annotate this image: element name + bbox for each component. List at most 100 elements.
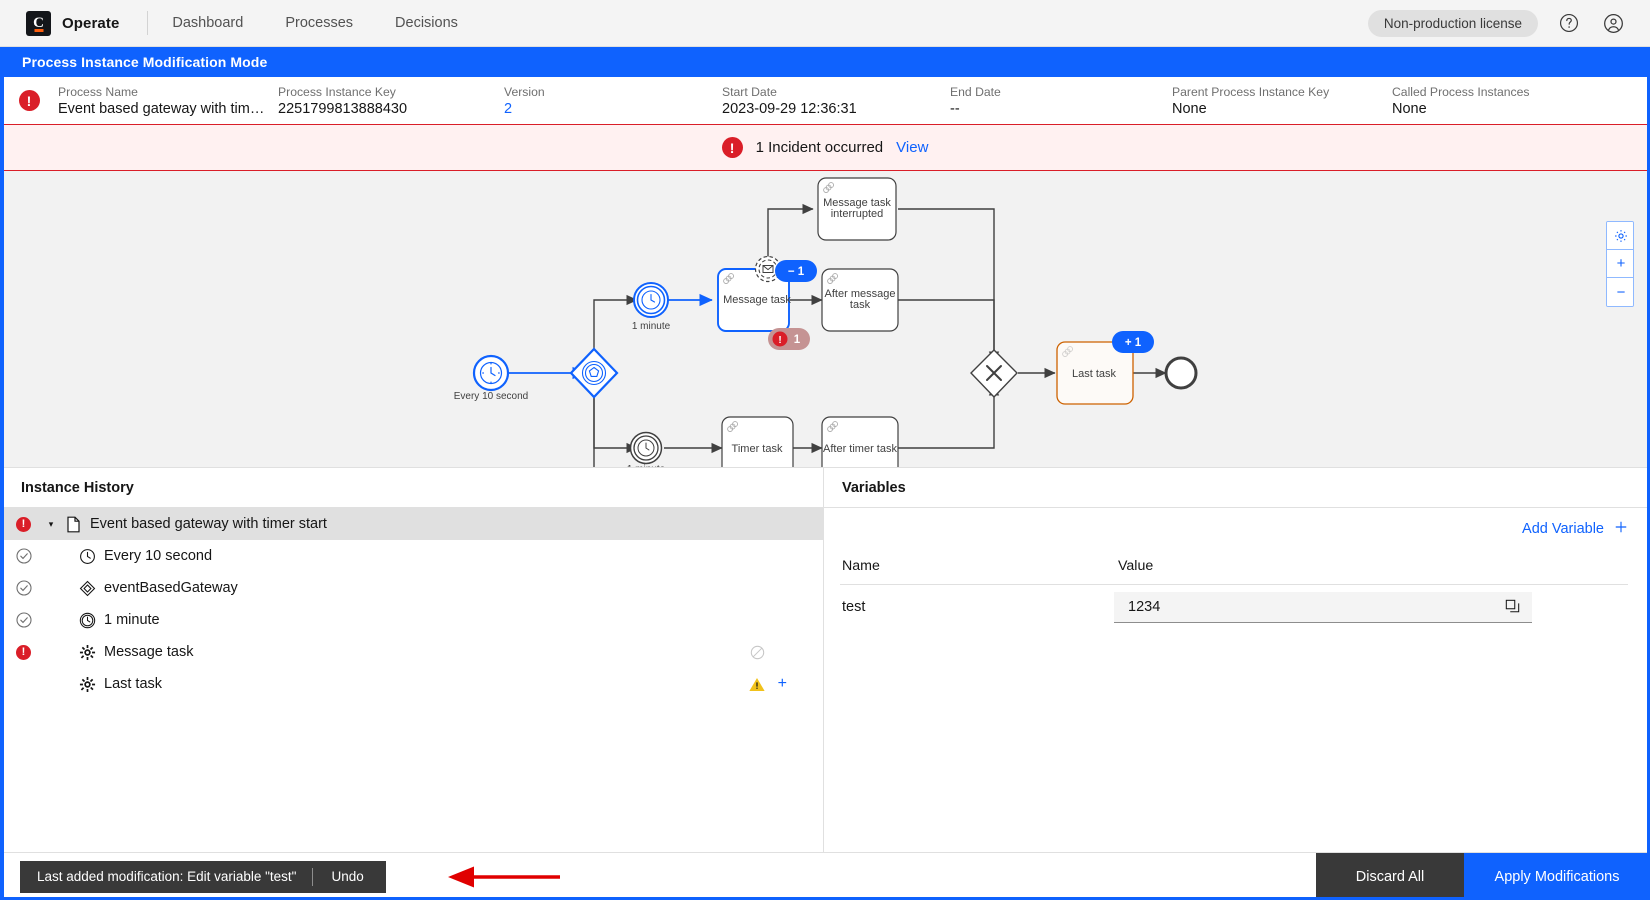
- task-after-timer-task: After timer task: [822, 417, 898, 467]
- variables-table-header: Name Value: [840, 550, 1628, 585]
- instance-history-list: ! ▾ Event based gateway with timer start: [0, 508, 823, 852]
- history-row-last-task[interactable]: Last task +: [0, 668, 823, 700]
- history-row-label: eventBasedGateway: [100, 580, 238, 596]
- label-message-task-interrupted-2: interrupted: [831, 208, 884, 220]
- help-icon[interactable]: [1556, 10, 1582, 36]
- incident-icon: !: [19, 90, 40, 111]
- nav-item-dashboard[interactable]: Dashboard: [172, 15, 243, 31]
- badge-incident-message-task: ! 1: [768, 328, 810, 350]
- variables-toolbar: Add Variable: [824, 508, 1650, 550]
- meta-end-date: End Date --: [950, 85, 1172, 117]
- incident-banner: ! 1 Incident occurred View: [0, 124, 1650, 171]
- top-navigation: C Operate Dashboard Processes Decisions …: [0, 0, 1650, 47]
- meta-label: Process Instance Key: [278, 85, 494, 99]
- discard-all-button[interactable]: Discard All: [1316, 853, 1464, 900]
- top-navigation-right: Non-production license: [1368, 10, 1634, 37]
- meta-version-link[interactable]: 2: [504, 101, 712, 117]
- operate-app: C Operate Dashboard Processes Decisions …: [0, 0, 1650, 900]
- meta-start-date: Start Date 2023-09-29 12:36:31: [722, 85, 950, 117]
- add-variable-label: Add Variable: [1522, 521, 1604, 537]
- nav-item-decisions[interactable]: Decisions: [395, 15, 458, 31]
- add-variable-button[interactable]: Add Variable: [1522, 520, 1628, 538]
- instance-meta-row: Process Name Event based gateway with ti…: [58, 85, 1646, 117]
- variable-value-input[interactable]: 1234: [1114, 592, 1532, 623]
- label-timer-task: Timer task: [732, 443, 783, 455]
- cancel-icon[interactable]: [750, 645, 765, 660]
- incident-view-link[interactable]: View: [896, 139, 928, 156]
- task-after-message-task: After message task: [822, 269, 898, 331]
- meta-value: None: [1392, 101, 1582, 117]
- variables-title: Variables: [824, 468, 1650, 508]
- plus-icon: [1614, 520, 1628, 538]
- footer-actions: Discard All Apply Modifications: [1316, 853, 1650, 900]
- chevron-down-icon[interactable]: ▾: [42, 519, 60, 530]
- history-row-label: Event based gateway with timer start: [86, 516, 327, 532]
- history-row-label: Every 10 second: [100, 548, 212, 564]
- apply-modifications-button[interactable]: Apply Modifications: [1464, 853, 1650, 900]
- nav-divider: [147, 11, 148, 35]
- history-row-event-based-gateway[interactable]: eventBasedGateway: [0, 572, 823, 604]
- warning-icon: [749, 677, 765, 692]
- incident-icon: !: [16, 517, 42, 532]
- modification-mode-banner: Process Instance Modification Mode: [0, 47, 1650, 77]
- meta-process-name: Process Name Event based gateway with ti…: [58, 85, 278, 117]
- variable-value-text: 1234: [1128, 599, 1160, 615]
- camunda-logo-icon: C: [26, 11, 51, 36]
- last-modification-text: Last added modification: Edit variable "…: [20, 869, 312, 884]
- intermediate-timer-bottom: [631, 433, 662, 464]
- badge-add-last-task: + 1: [1112, 331, 1154, 353]
- meta-version: Version 2: [504, 85, 722, 117]
- label-after-message-task-2: task: [850, 299, 871, 311]
- zoom-in-button[interactable]: +: [1607, 250, 1634, 278]
- bpmn-diagram[interactable]: Every 10 second 1 minute: [0, 171, 1650, 467]
- badge-incident-count: 1: [794, 334, 801, 346]
- brand-name: Operate: [62, 15, 119, 32]
- label-start-event: Every 10 second: [454, 391, 529, 402]
- incident-icon: !: [722, 137, 743, 158]
- meta-value: 2251799813888430: [278, 101, 494, 117]
- incident-icon: !: [16, 645, 42, 660]
- meta-label: Parent Process Instance Key: [1172, 85, 1382, 99]
- undo-button[interactable]: Undo: [313, 869, 385, 884]
- instance-header: ! Process Name Event based gateway with …: [0, 77, 1650, 124]
- diagram-zoom-controls[interactable]: + −: [1606, 221, 1634, 307]
- meta-value: 2023-09-29 12:36:31: [722, 101, 940, 117]
- user-avatar-icon[interactable]: [1600, 10, 1626, 36]
- history-row-message-task[interactable]: ! Message task: [0, 636, 823, 668]
- task-message-task-interrupted: Message task interrupted: [818, 178, 896, 240]
- service-task-icon: [74, 676, 100, 693]
- event-based-gateway-icon: [74, 580, 100, 597]
- label-after-timer-task: After timer task: [823, 443, 897, 455]
- history-row-every-10-second[interactable]: Every 10 second: [0, 540, 823, 572]
- svg-text:!: !: [778, 335, 781, 346]
- brand[interactable]: C Operate: [16, 11, 119, 36]
- variables-panel: Variables Add Variable Name Value test: [824, 468, 1650, 852]
- meta-label: Process Name: [58, 85, 268, 99]
- instance-history-title: Instance History: [0, 468, 823, 508]
- column-header-value: Value: [1114, 558, 1153, 574]
- history-row-1-minute[interactable]: 1 minute: [0, 604, 823, 636]
- red-arrow-annotation: [446, 865, 562, 894]
- variables-table: Name Value test 1234: [824, 550, 1650, 629]
- variable-name: test: [840, 599, 1114, 615]
- plus-icon[interactable]: +: [778, 675, 787, 693]
- badge-add-label: + 1: [1125, 337, 1142, 349]
- nav-item-processes[interactable]: Processes: [285, 15, 353, 31]
- modification-left-rail: [0, 47, 4, 900]
- reset-zoom-button[interactable]: [1607, 222, 1634, 250]
- variable-row: test 1234: [840, 585, 1628, 629]
- modification-mode-title: Process Instance Modification Mode: [22, 54, 267, 70]
- completed-icon: [16, 612, 42, 628]
- meta-value: None: [1172, 101, 1382, 117]
- copy-icon[interactable]: [1505, 599, 1520, 614]
- bpmn-canvas[interactable]: Every 10 second 1 minute: [0, 171, 1650, 467]
- history-row-process[interactable]: ! ▾ Event based gateway with timer start: [0, 508, 823, 540]
- meta-label: End Date: [950, 85, 1162, 99]
- timer-event-icon: [74, 548, 100, 565]
- meta-value: --: [950, 101, 1162, 117]
- instance-state: !: [0, 90, 58, 111]
- zoom-out-button[interactable]: −: [1607, 278, 1634, 306]
- meta-called-process-instances: Called Process Instances None: [1392, 85, 1592, 117]
- meta-parent-process-instance-key: Parent Process Instance Key None: [1172, 85, 1392, 117]
- nav-links: Dashboard Processes Decisions: [172, 15, 458, 31]
